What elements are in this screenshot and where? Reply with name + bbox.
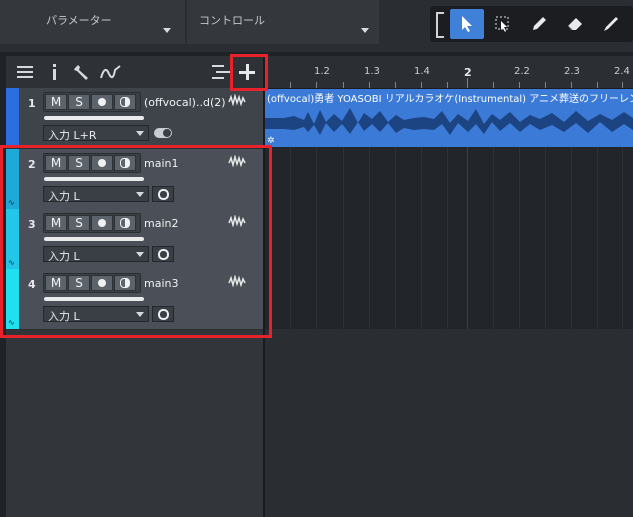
list-settings-icon[interactable]: [210, 62, 232, 82]
track-row[interactable]: 1 M S (offvocal)..d(2) 入力 L+R: [6, 88, 264, 149]
grid-line: [395, 147, 396, 329]
ruler-tick-label: 2.2: [514, 66, 530, 77]
grid-line: [369, 147, 370, 329]
eraser-icon[interactable]: [558, 9, 592, 39]
track-name[interactable]: (offvocal)..d(2): [144, 96, 226, 109]
record-dot-icon: [98, 98, 106, 106]
range-tool-icon[interactable]: [486, 9, 520, 39]
grid-line: [493, 147, 494, 329]
monitor-button[interactable]: [114, 94, 136, 110]
grid-line: [316, 147, 317, 329]
monitor-half-circle-icon: [120, 97, 130, 107]
input-dropdown-icon: [136, 131, 144, 136]
tool-palette: [430, 6, 633, 42]
audio-clip[interactable]: (offvocal)勇者 YOASOBI リアルカラオケ(Instrumenta…: [264, 89, 633, 147]
automation-curve-icon[interactable]: [100, 62, 122, 82]
parameter-dropdown-arrow-icon[interactable]: [163, 28, 171, 33]
pencil-icon[interactable]: [522, 9, 556, 39]
parameter-section[interactable]: パラメーター: [0, 0, 185, 44]
audio-waveform: [264, 108, 633, 135]
grid-line: [519, 147, 520, 329]
grid-line: [597, 147, 598, 329]
select-arrow-icon[interactable]: [450, 9, 484, 39]
wrench-icon[interactable]: [70, 62, 92, 82]
ruler-tick-label: 2.4: [614, 66, 630, 77]
input-select-value: 入力 L+R: [48, 129, 97, 142]
grid-line: [421, 147, 422, 329]
ruler-tick-label: 2.3: [564, 66, 580, 77]
input-select[interactable]: 入力 L+R: [43, 125, 149, 142]
parameter-label: パラメーター: [46, 14, 112, 27]
track-color-strip[interactable]: [6, 88, 19, 148]
timeline-ruler[interactable]: 1.2 1.3 1.4 2 2.2 2.3 2.4: [264, 56, 633, 89]
top-toolbar: パラメーター コントロール: [0, 0, 633, 52]
grid-line: [467, 147, 468, 329]
waveform-icon: [228, 94, 246, 106]
mute-button[interactable]: M: [45, 94, 67, 110]
track-list-toolbar: [6, 56, 264, 88]
grid-line: [622, 147, 623, 329]
grid-line: [290, 147, 291, 329]
ruler-tick-label: 1.4: [414, 66, 430, 77]
grid-line: [571, 147, 572, 329]
empty-track-lanes[interactable]: [264, 147, 633, 329]
grid-line: [447, 147, 448, 329]
bracket-icon: [436, 12, 444, 38]
grid-line: [545, 147, 546, 329]
paint-icon[interactable]: [594, 9, 628, 39]
highlight-track-group: [0, 145, 272, 338]
highlight-add-track-button: [230, 54, 268, 91]
ruler-tick-label: 1.3: [364, 66, 380, 77]
volume-fader[interactable]: [44, 116, 144, 120]
solo-button[interactable]: S: [68, 94, 90, 110]
toggle-icon: [154, 128, 172, 138]
control-label: コントロール: [199, 14, 265, 27]
list-icon[interactable]: [14, 62, 36, 82]
link-toggle[interactable]: [152, 125, 174, 141]
grid-line: [343, 147, 344, 329]
record-arm-button[interactable]: [91, 94, 113, 110]
ruler-tick-label: 1.2: [314, 66, 330, 77]
info-icon[interactable]: [44, 62, 66, 82]
track-number: 1: [28, 97, 36, 110]
control-dropdown-arrow-icon[interactable]: [361, 28, 369, 33]
control-section[interactable]: コントロール: [187, 0, 379, 44]
